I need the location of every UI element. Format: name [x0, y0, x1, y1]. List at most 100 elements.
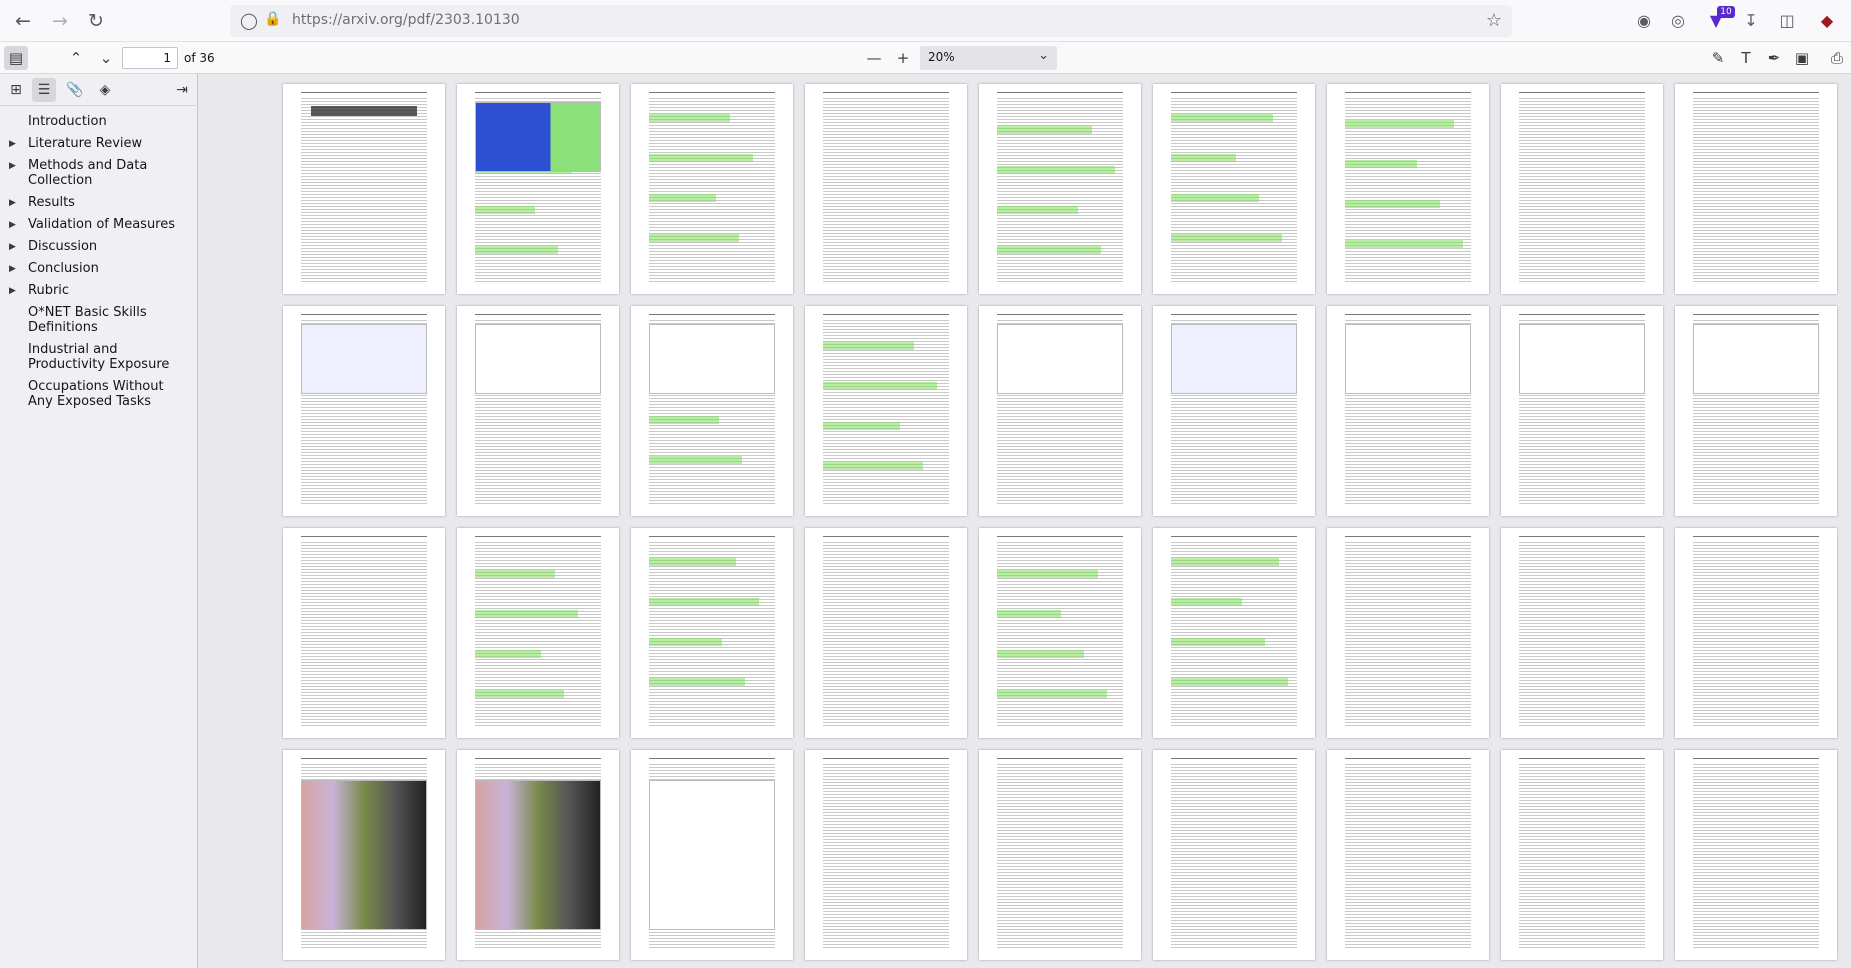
page-header-rule	[301, 314, 427, 315]
zoom-select[interactable]: 20% ⌄	[920, 46, 1057, 70]
expand-toggle-icon[interactable]: ▶	[9, 196, 16, 211]
page-thumbnail[interactable]	[631, 528, 793, 738]
page-thumbnail[interactable]	[979, 750, 1141, 960]
text-highlight	[823, 382, 937, 390]
outline-item[interactable]: ▶ Results	[0, 193, 198, 215]
page-thumbnail[interactable]	[1501, 306, 1663, 516]
page-thumbnail[interactable]	[1327, 84, 1489, 294]
pdf-viewer[interactable]	[199, 74, 1851, 968]
outline-item[interactable]: Occupations Without Any Exposed Tasks	[0, 377, 198, 414]
page-thumbnail[interactable]	[979, 84, 1141, 294]
draw-icon[interactable]: ✒	[1762, 46, 1786, 70]
attachments-icon[interactable]: 📎	[63, 78, 87, 102]
page-thumbnail[interactable]	[1153, 528, 1315, 738]
outline-item[interactable]: Industrial and Productivity Exposure	[0, 340, 198, 377]
page-thumbnail[interactable]	[1501, 750, 1663, 960]
star-icon[interactable]: ☆	[1482, 9, 1506, 33]
text-highlight	[997, 690, 1107, 698]
sidebar-toggle-icon[interactable]: ▤	[4, 46, 28, 70]
url-text[interactable]: https://arxiv.org/pdf/2303.10130	[292, 12, 520, 28]
text-highlight	[649, 234, 739, 242]
account-icon[interactable]: ◉	[1632, 9, 1656, 33]
expand-toggle-icon[interactable]: ▶	[9, 284, 16, 299]
shield-icon[interactable]: ◯	[240, 11, 258, 31]
current-outline-item-icon[interactable]: ⇥	[170, 78, 194, 102]
page-text-block	[1519, 764, 1645, 948]
page-thumbnail[interactable]	[631, 306, 793, 516]
page-thumbnail[interactable]	[283, 528, 445, 738]
zoom-out-icon[interactable]: —	[862, 46, 886, 70]
expand-toggle-icon[interactable]: ▶	[9, 240, 16, 255]
page-thumbnail[interactable]	[457, 750, 619, 960]
print-icon[interactable]: ⎙	[1825, 46, 1849, 70]
download-icon[interactable]: ↧	[1739, 9, 1763, 33]
page-thumbnail[interactable]	[457, 528, 619, 738]
thumbnails-view-icon[interactable]: ⊞	[4, 78, 28, 102]
expand-toggle-icon[interactable]: ▶	[9, 218, 16, 233]
page-thumbnail[interactable]	[457, 306, 619, 516]
page-thumbnail[interactable]	[979, 528, 1141, 738]
page-thumbnail[interactable]	[805, 84, 967, 294]
page-thumbnail[interactable]	[805, 750, 967, 960]
expand-toggle-icon[interactable]: ▶	[9, 262, 16, 277]
page-header-rule	[1693, 92, 1819, 93]
page-thumbnail[interactable]	[1327, 528, 1489, 738]
page-figure	[997, 324, 1123, 394]
page-thumbnail[interactable]	[1327, 750, 1489, 960]
page-thumbnail[interactable]	[457, 84, 619, 294]
page-thumbnail[interactable]	[1675, 84, 1837, 294]
page-thumbnail[interactable]	[1675, 528, 1837, 738]
outline-item[interactable]: Introduction	[0, 112, 198, 134]
page-thumbnail[interactable]	[631, 750, 793, 960]
zoom-in-icon[interactable]: +	[891, 46, 915, 70]
page-thumbnail[interactable]	[283, 84, 445, 294]
page-thumbnail[interactable]	[283, 750, 445, 960]
outline-item[interactable]: ▶ Conclusion	[0, 259, 198, 281]
previous-page-icon[interactable]: ⌃	[64, 46, 88, 70]
page-thumbnail[interactable]	[1675, 306, 1837, 516]
page-figure	[475, 102, 601, 172]
page-thumbnail[interactable]	[1501, 84, 1663, 294]
text-highlight	[1345, 160, 1417, 168]
page-number-input[interactable]: 1	[122, 47, 178, 69]
image-icon[interactable]: ▣	[1790, 46, 1814, 70]
page-thumbnail[interactable]	[1675, 750, 1837, 960]
page-thumbnail[interactable]	[1327, 306, 1489, 516]
privacy-icon[interactable]: ◎	[1666, 9, 1690, 33]
ublock-icon[interactable]: ◆	[1815, 9, 1839, 33]
page-header-rule	[823, 92, 949, 93]
page-thumbnail[interactable]	[1153, 84, 1315, 294]
outline-view-icon[interactable]: ☰	[32, 78, 56, 102]
page-header-rule	[1519, 536, 1645, 537]
extensions-puzzle-icon[interactable]: ◫	[1775, 9, 1799, 33]
page-thumbnail[interactable]	[979, 306, 1141, 516]
layers-icon[interactable]: ◈	[93, 78, 117, 102]
page-thumbnail[interactable]	[1501, 528, 1663, 738]
next-page-icon[interactable]: ⌄	[94, 46, 118, 70]
outline-item[interactable]: ▶ Methods and Data Collection	[0, 156, 198, 193]
page-thumbnail[interactable]	[805, 306, 967, 516]
page-count: of 36	[184, 51, 215, 65]
page-thumbnail[interactable]	[1153, 306, 1315, 516]
forward-arrow-icon[interactable]: →	[46, 8, 74, 34]
outline-item[interactable]: ▶ Validation of Measures	[0, 215, 198, 237]
expand-toggle-icon[interactable]: ▶	[9, 159, 16, 174]
text-highlight	[1171, 678, 1288, 686]
highlight-icon[interactable]: ✎	[1706, 46, 1730, 70]
url-bar[interactable]: ◯ 🔒 https://arxiv.org/pdf/2303.10130 ☆	[230, 5, 1512, 37]
page-thumbnail[interactable]	[283, 306, 445, 516]
page-header-rule	[1171, 92, 1297, 93]
page-thumbnail[interactable]	[631, 84, 793, 294]
outline-item[interactable]: ▶ Literature Review	[0, 134, 198, 156]
page-thumbnail[interactable]	[805, 528, 967, 738]
lock-icon[interactable]: 🔒	[264, 11, 282, 31]
outline-item[interactable]: ▶ Discussion	[0, 237, 198, 259]
page-figure	[1519, 324, 1645, 394]
expand-toggle-icon[interactable]: ▶	[9, 137, 16, 152]
outline-item[interactable]: O*NET Basic Skills Definitions	[0, 303, 198, 340]
text-icon[interactable]: T	[1734, 46, 1758, 70]
page-thumbnail[interactable]	[1153, 750, 1315, 960]
outline-item[interactable]: ▶ Rubric	[0, 281, 198, 303]
back-arrow-icon[interactable]: ←	[9, 8, 37, 34]
reload-icon[interactable]: ↻	[82, 8, 110, 34]
